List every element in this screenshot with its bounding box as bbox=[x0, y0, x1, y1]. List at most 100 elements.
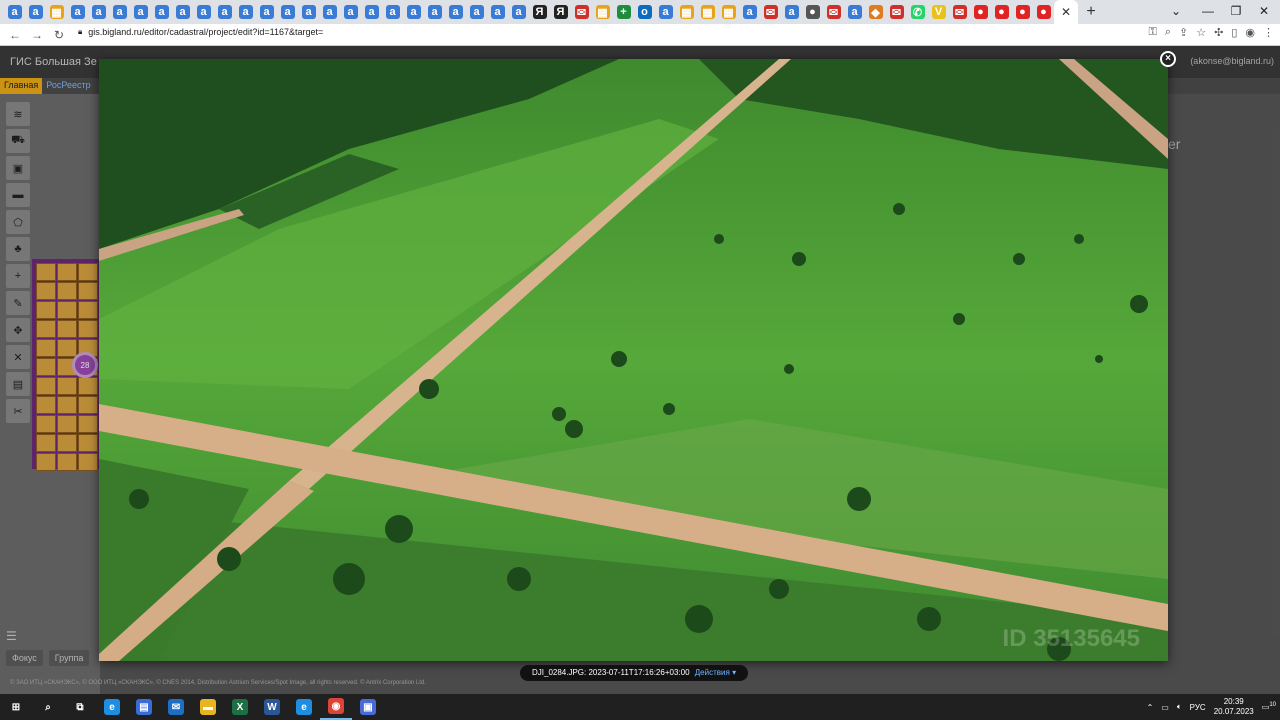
actions-dropdown[interactable]: Действия ▾ bbox=[695, 668, 736, 677]
share-icon[interactable]: ⇪ bbox=[1179, 26, 1188, 39]
browser-tab[interactable]: a bbox=[298, 0, 319, 24]
key-icon[interactable]: ⚿ bbox=[1148, 26, 1156, 39]
browser-tab[interactable]: a bbox=[844, 0, 865, 24]
browser-tab[interactable]: a bbox=[214, 0, 235, 24]
browser-tab[interactable]: ▦ bbox=[718, 0, 739, 24]
a-letter-icon: a bbox=[133, 5, 148, 19]
browser-tab[interactable]: a bbox=[508, 0, 529, 24]
browser-tab[interactable]: a bbox=[466, 0, 487, 24]
browser-tab[interactable]: ✉ bbox=[823, 0, 844, 24]
chevron-up-icon[interactable]: ⌃ bbox=[1147, 703, 1154, 712]
browser-tab[interactable]: a bbox=[340, 0, 361, 24]
task-view-icon: ⧉ bbox=[72, 699, 88, 715]
taskbar-app[interactable]: ▣ bbox=[352, 694, 384, 720]
star-icon[interactable]: ☆ bbox=[1196, 26, 1206, 39]
browser-tab[interactable]: + bbox=[613, 0, 634, 24]
browser-tab[interactable]: ▦ bbox=[592, 0, 613, 24]
clock[interactable]: 20:39 20.07.2023 bbox=[1214, 697, 1254, 717]
more-menu-icon[interactable]: ⋮ bbox=[1263, 26, 1274, 39]
taskbar-app[interactable]: ✉ bbox=[160, 694, 192, 720]
taskbar-app[interactable]: ▤ bbox=[128, 694, 160, 720]
browser-tab[interactable]: ● bbox=[1012, 0, 1033, 24]
mail-icon: ✉ bbox=[826, 5, 841, 19]
profile-icon[interactable]: ◉ bbox=[1245, 26, 1255, 39]
browser-tab[interactable]: a bbox=[655, 0, 676, 24]
browser-tab[interactable]: a bbox=[781, 0, 802, 24]
taskbar-app[interactable]: ⊞ bbox=[0, 694, 32, 720]
network-icon[interactable]: ▭ bbox=[1161, 703, 1169, 712]
browser-tab[interactable]: a bbox=[361, 0, 382, 24]
browser-tab[interactable]: ▦ bbox=[676, 0, 697, 24]
browser-tab[interactable]: ✉ bbox=[571, 0, 592, 24]
grid-icon: ▦ bbox=[700, 5, 715, 19]
language-indicator[interactable]: РУС bbox=[1190, 703, 1206, 712]
zoom-icon[interactable]: ⌕ bbox=[1165, 26, 1171, 39]
browser-tab[interactable]: V bbox=[928, 0, 949, 24]
browser-tab[interactable]: ● bbox=[970, 0, 991, 24]
browser-tab[interactable]: Я bbox=[550, 0, 571, 24]
browser-tab[interactable]: ✉ bbox=[760, 0, 781, 24]
browser-tab[interactable]: a bbox=[235, 0, 256, 24]
tab-close-icon[interactable]: ✕ bbox=[1058, 5, 1074, 19]
close-icon[interactable]: × bbox=[1160, 51, 1176, 67]
browser-tab[interactable]: a bbox=[319, 0, 340, 24]
browser-tab[interactable]: a bbox=[25, 0, 46, 24]
a-letter-icon: a bbox=[742, 5, 757, 19]
browser-tab[interactable]: a bbox=[382, 0, 403, 24]
close-window-button[interactable]: ✕ bbox=[1248, 0, 1280, 24]
browser-tab[interactable]: ◆ bbox=[865, 0, 886, 24]
browser-tab[interactable]: o bbox=[634, 0, 655, 24]
a-letter-icon: a bbox=[511, 5, 526, 19]
tab-search-button[interactable]: ⌄ bbox=[1160, 0, 1192, 24]
word-icon: W bbox=[264, 699, 280, 715]
active-tab[interactable]: ✕ bbox=[1054, 0, 1078, 24]
a-letter-icon: a bbox=[70, 5, 85, 19]
browser-tab[interactable]: ✆ bbox=[907, 0, 928, 24]
browser-tab[interactable]: a bbox=[487, 0, 508, 24]
browser-tab[interactable]: a bbox=[88, 0, 109, 24]
browser-tab[interactable]: ● bbox=[802, 0, 823, 24]
new-tab-button[interactable]: + bbox=[1078, 3, 1104, 21]
taskbar-app[interactable]: ◉ bbox=[320, 694, 352, 720]
url-field[interactable]: 🔒︎ gis.bigland.ru/editor/cadastral/proje… bbox=[78, 27, 323, 37]
notification-icon[interactable]: ▭10 bbox=[1262, 702, 1276, 712]
browser-tab[interactable]: a bbox=[130, 0, 151, 24]
browser-tab[interactable]: ● bbox=[991, 0, 1012, 24]
browser-tab[interactable]: ✉ bbox=[886, 0, 907, 24]
browser-tab[interactable]: ● bbox=[1033, 0, 1054, 24]
reload-icon[interactable]: ↻ bbox=[48, 28, 70, 42]
browser-tab[interactable]: Я bbox=[529, 0, 550, 24]
taskbar-app[interactable]: e bbox=[96, 694, 128, 720]
browser-tab[interactable]: a bbox=[424, 0, 445, 24]
browser-tab[interactable]: a bbox=[277, 0, 298, 24]
volume-icon[interactable]: 🔈︎ bbox=[1177, 702, 1182, 712]
browser-tab[interactable]: a bbox=[256, 0, 277, 24]
v-icon: V bbox=[931, 5, 946, 19]
browser-tab[interactable]: a bbox=[67, 0, 88, 24]
taskbar-app[interactable]: ▬ bbox=[192, 694, 224, 720]
taskbar-app[interactable]: ⧉ bbox=[64, 694, 96, 720]
store-icon: ▤ bbox=[136, 699, 152, 715]
taskbar-app[interactable]: W bbox=[256, 694, 288, 720]
taskbar-app[interactable]: X bbox=[224, 694, 256, 720]
browser-tab[interactable]: a bbox=[4, 0, 25, 24]
browser-tab[interactable]: ✉ bbox=[949, 0, 970, 24]
address-bar: ← → ↻ 🔒︎ gis.bigland.ru/editor/cadastral… bbox=[0, 24, 1280, 46]
browser-tab[interactable]: a bbox=[151, 0, 172, 24]
taskbar-app[interactable]: e bbox=[288, 694, 320, 720]
grid-icon: ▦ bbox=[49, 5, 64, 19]
browser-tab[interactable]: ▦ bbox=[697, 0, 718, 24]
browser-tab[interactable]: a bbox=[193, 0, 214, 24]
back-arrow-icon[interactable]: ← bbox=[4, 28, 26, 42]
browser-tab-strip: a a ▦ a a a a a a a a a a a a a a a a a a a a a a Я Я ✉ ▦ + o a ▦ ▦ ▦ a ✉ a ● ✉… bbox=[0, 0, 1280, 24]
sidebar-icon[interactable]: ▯ bbox=[1231, 26, 1237, 39]
browser-tab[interactable]: a bbox=[172, 0, 193, 24]
extensions-icon[interactable]: ✣ bbox=[1214, 26, 1223, 39]
taskbar-app[interactable]: ⌕ bbox=[32, 694, 64, 720]
browser-tab[interactable]: a bbox=[445, 0, 466, 24]
browser-tab[interactable]: a bbox=[109, 0, 130, 24]
forward-arrow-icon[interactable]: → bbox=[26, 28, 48, 42]
browser-tab[interactable]: ▦ bbox=[46, 0, 67, 24]
browser-tab[interactable]: a bbox=[739, 0, 760, 24]
browser-tab[interactable]: a bbox=[403, 0, 424, 24]
